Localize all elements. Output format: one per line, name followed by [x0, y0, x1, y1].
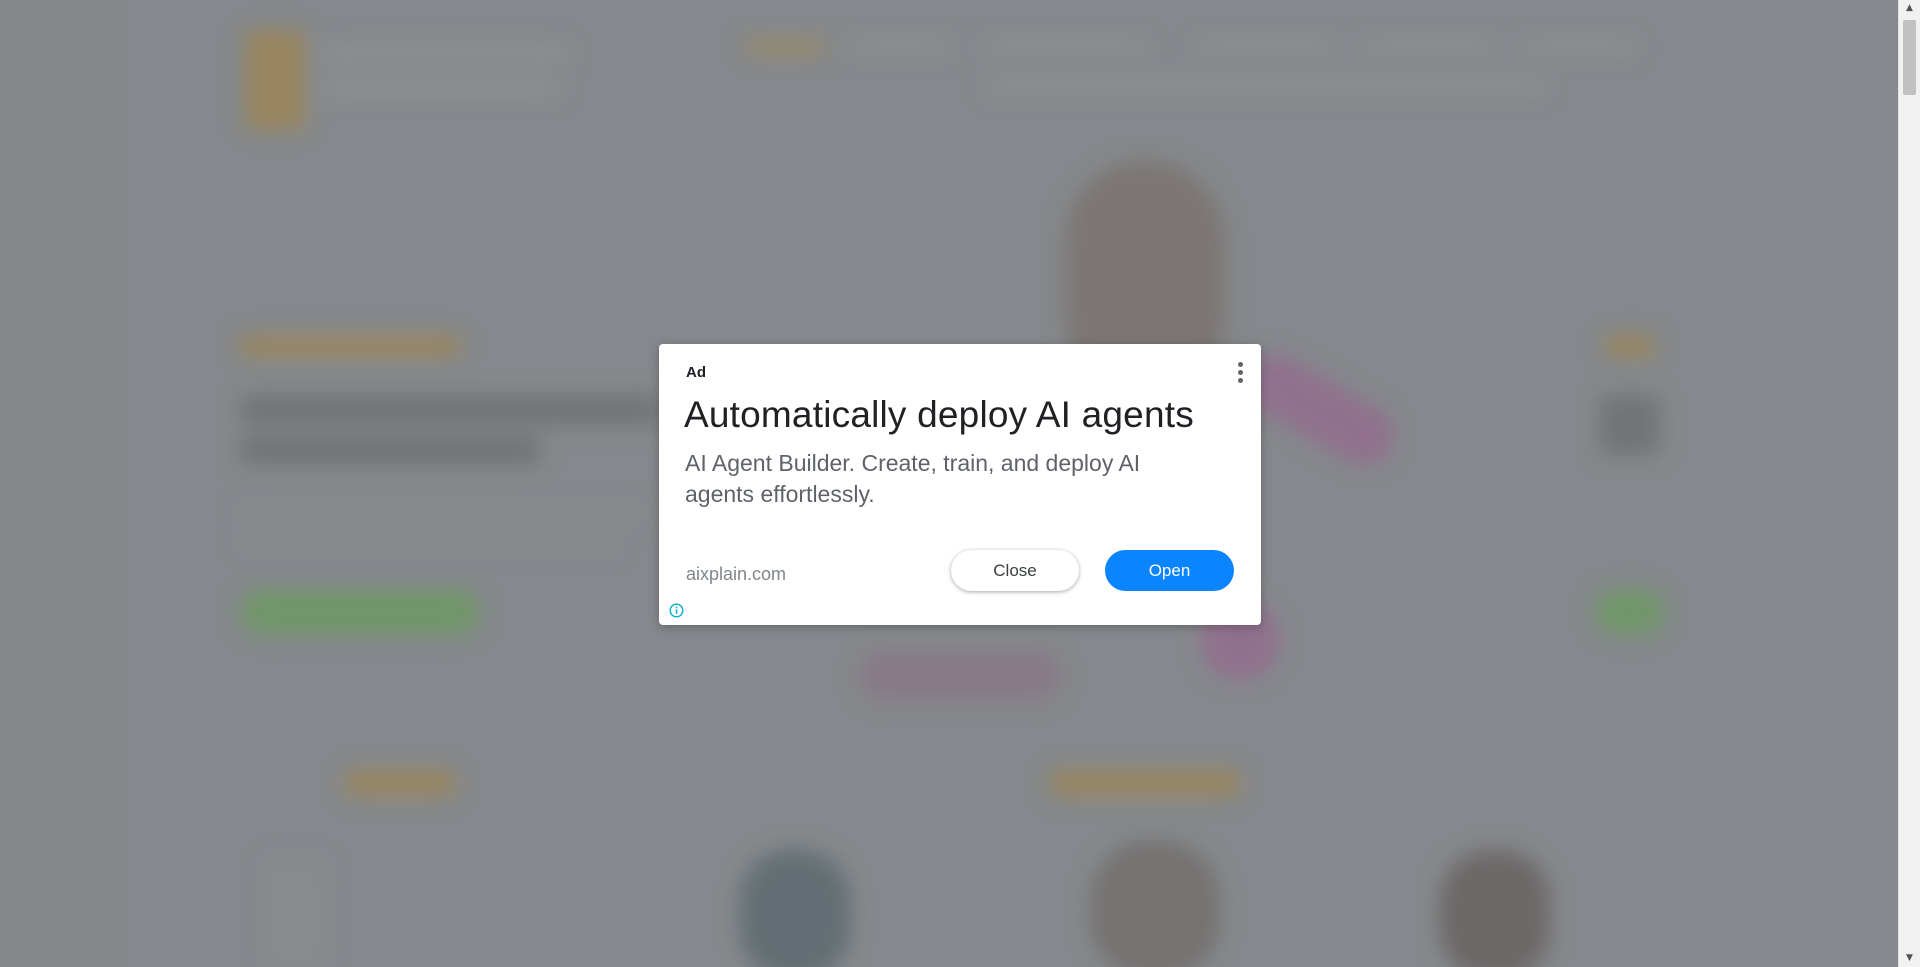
- scroll-down-arrow-icon[interactable]: ▼: [1899, 950, 1920, 967]
- close-button[interactable]: Close: [951, 550, 1079, 591]
- ad-domain: aixplain.com: [686, 564, 787, 584]
- scroll-thumb[interactable]: [1903, 20, 1916, 95]
- scroll-up-arrow-icon[interactable]: ▲: [1899, 0, 1920, 17]
- open-button[interactable]: Open: [1105, 550, 1234, 591]
- ad-headline[interactable]: Automatically deploy AI agents: [684, 394, 1244, 436]
- ad-body: AI Agent Builder. Create, train, and dep…: [685, 450, 1141, 507]
- info-icon[interactable]: [669, 603, 684, 618]
- more-vert-icon[interactable]: [1235, 362, 1245, 388]
- ad-dialog: Ad Automatically deploy AI agents AI Age…: [659, 344, 1261, 625]
- ad-label: Ad: [686, 364, 706, 381]
- vertical-scrollbar[interactable]: ▲ ▼: [1898, 0, 1920, 967]
